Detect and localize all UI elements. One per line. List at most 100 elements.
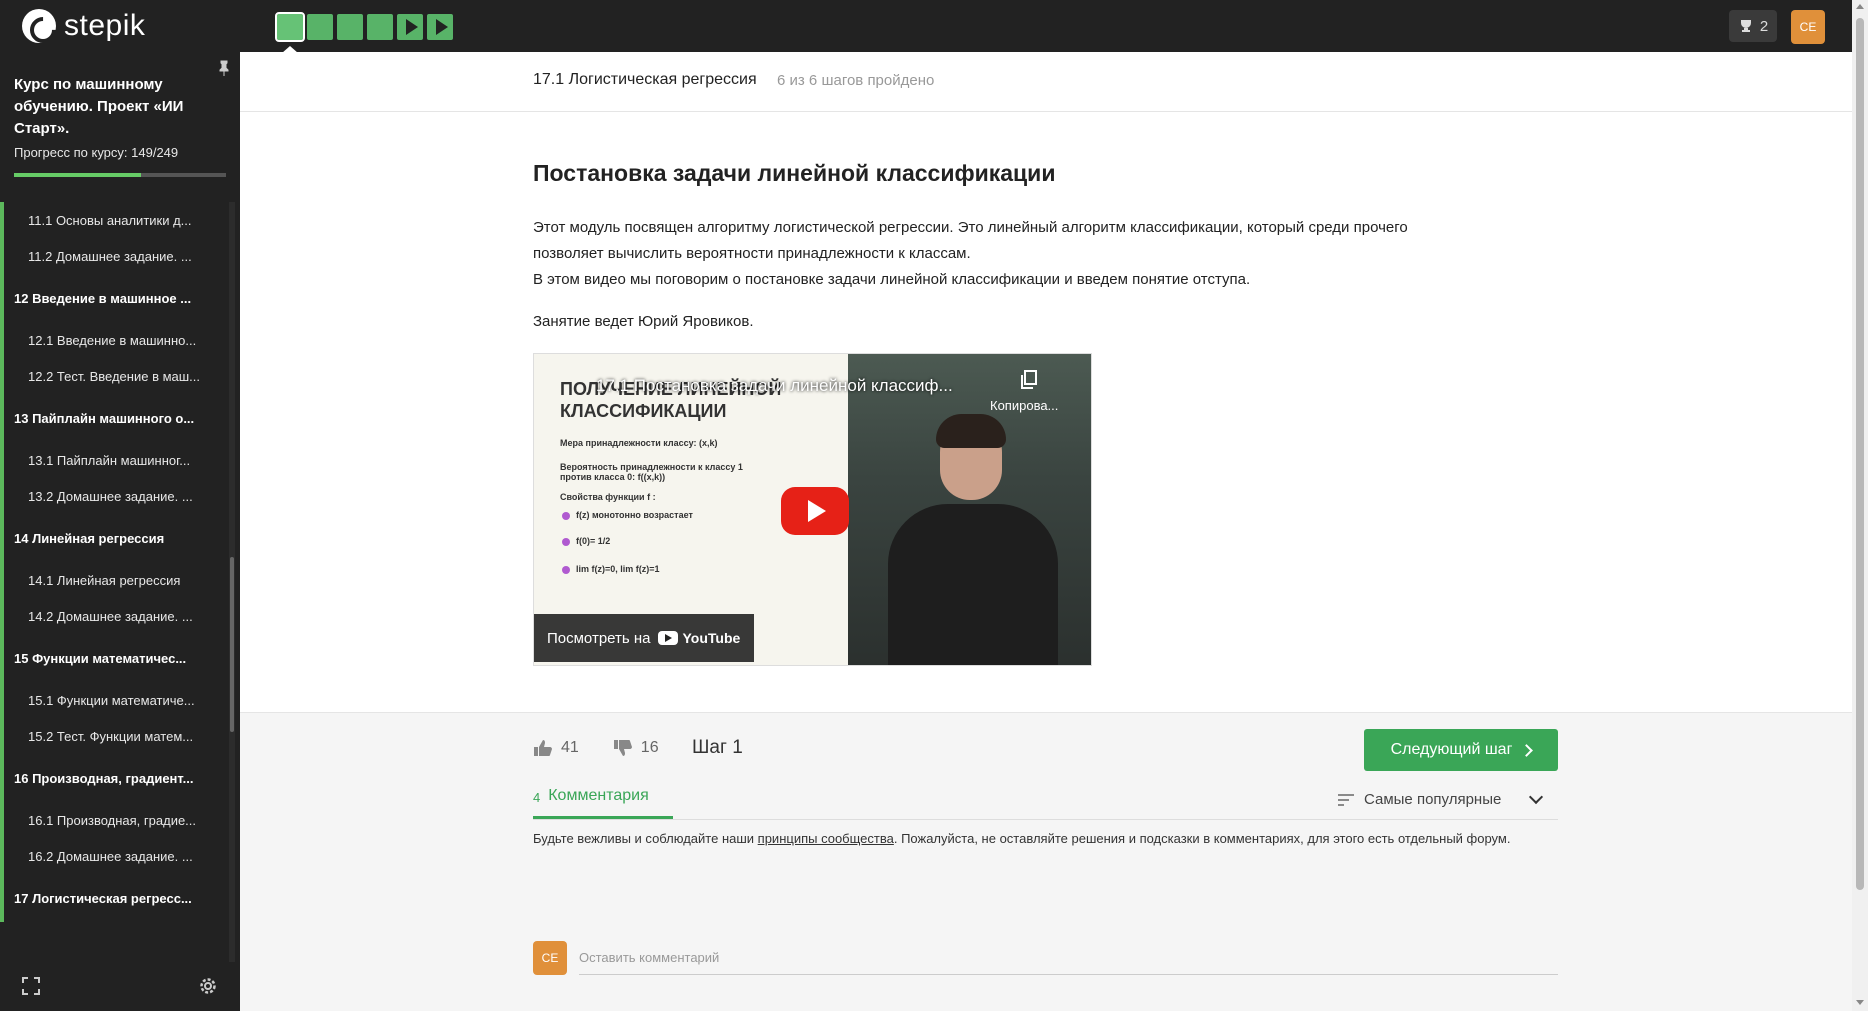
toc-module[interactable]: 15 Функции математичес... bbox=[0, 634, 230, 682]
stepik-logo[interactable]: stepik bbox=[22, 9, 145, 43]
toc-item-label: 13.2 Домашнее задание. ... bbox=[28, 488, 193, 504]
toc-lesson[interactable]: 16.2 Домашнее задание. ... bbox=[0, 838, 230, 874]
youtube-logo: YouTube bbox=[658, 630, 740, 646]
step-2-button[interactable] bbox=[307, 14, 333, 40]
comment-input[interactable] bbox=[579, 941, 1558, 975]
toc-item-label: 13.1 Пайплайн машинног... bbox=[28, 452, 191, 468]
video-step-icon bbox=[435, 19, 448, 35]
comments-sort-dropdown[interactable]: Самые популярные bbox=[1338, 789, 1544, 808]
course-progress-bar bbox=[14, 173, 226, 177]
expand-icon[interactable] bbox=[22, 977, 40, 995]
thumbs-down-icon[interactable] bbox=[613, 739, 633, 757]
toc-lesson[interactable]: 11.1 Основы аналитики д... bbox=[0, 202, 230, 238]
toc-lesson[interactable]: 15.2 Тест. Функции матем... bbox=[0, 718, 230, 754]
gear-icon[interactable] bbox=[198, 976, 218, 996]
community-principles-link[interactable]: принципы сообщества bbox=[758, 831, 894, 846]
toc-item-label: 11.2 Домашнее задание. ... bbox=[28, 248, 192, 264]
description-line: позволяет вычислить вероятности принадле… bbox=[533, 245, 971, 262]
pin-icon[interactable] bbox=[218, 60, 230, 76]
main-content: 17.1 Логистическая регрессия 6 из 6 шаго… bbox=[240, 52, 1852, 1011]
top-navbar: stepik 2 CE bbox=[0, 0, 1868, 53]
toc-lesson[interactable]: 11.2 Домашнее задание. ... bbox=[0, 238, 230, 274]
youtube-logo-icon bbox=[658, 631, 679, 645]
toc-item-label: 15 Функции математичес... bbox=[14, 650, 187, 666]
lesson-title: 17.1 Логистическая регрессия bbox=[533, 71, 757, 88]
toc-lesson[interactable]: 12.1 Введение в машинно... bbox=[0, 322, 230, 358]
toc-item-label: 15.1 Функции математиче... bbox=[28, 692, 195, 708]
step-navigation bbox=[275, 12, 453, 42]
comments-count: 4 bbox=[533, 790, 541, 805]
logo-text: stepik bbox=[64, 9, 146, 42]
youtube-logo-text: YouTube bbox=[682, 630, 741, 646]
step-content: Постановка задачи линейной классификации… bbox=[533, 160, 1493, 666]
toc-module[interactable]: 16 Производная, градиент... bbox=[0, 754, 230, 802]
sort-label: Самые популярные bbox=[1364, 791, 1502, 808]
toc-lesson[interactable]: 12.2 Тест. Введение в маш... bbox=[0, 358, 230, 394]
slide-line: lim f(z)=0, lim f(z)=1 bbox=[576, 564, 660, 574]
video-title[interactable]: 17.1 Постановка задачи линейной классиф.… bbox=[596, 376, 953, 396]
comment-avatar: CE bbox=[533, 941, 567, 975]
description-line: В этом видео мы поговорим о постановке з… bbox=[533, 271, 1251, 288]
thumbs-up-icon[interactable] bbox=[533, 739, 553, 757]
notifications-button[interactable]: 2 bbox=[1729, 10, 1777, 42]
step-footer-panel: 41 16 Шаг 1 Следующий шаг 4 Комментария … bbox=[240, 712, 1852, 1011]
next-step-button[interactable]: Следующий шаг bbox=[1364, 729, 1558, 771]
toc-item-label: 16 Производная, градиент... bbox=[14, 770, 194, 786]
toc-lesson[interactable]: 13.1 Пайплайн машинног... bbox=[0, 442, 230, 478]
toc-module[interactable]: 13 Пайплайн машинного о... bbox=[0, 394, 230, 442]
watch-on-youtube-button[interactable]: Посмотреть на YouTube bbox=[534, 614, 754, 662]
user-avatar[interactable]: CE bbox=[1791, 10, 1825, 44]
toc-lesson[interactable]: 16.1 Производная, градие... bbox=[0, 802, 230, 838]
comments-tab-label: Комментария bbox=[548, 787, 649, 804]
toc-lesson[interactable]: 13.2 Домашнее задание. ... bbox=[0, 478, 230, 514]
notice-text: Будьте вежливы и соблюдайте наши bbox=[533, 831, 758, 846]
toc-item-label: 14 Линейная регрессия bbox=[14, 530, 165, 546]
step-title: Постановка задачи линейной классификации bbox=[533, 160, 1056, 186]
step-1-button[interactable] bbox=[275, 12, 305, 42]
sidebar-footer bbox=[0, 963, 240, 1011]
toc-item-label: 16.1 Производная, градие... bbox=[28, 812, 197, 828]
copy-link-icon[interactable] bbox=[1020, 370, 1038, 390]
youtube-play-button[interactable] bbox=[781, 487, 849, 535]
slide-line: Свойства функции f : bbox=[560, 492, 656, 502]
page-scrollbar[interactable] bbox=[1852, 0, 1868, 1011]
toc-item-label: 11.1 Основы аналитики д... bbox=[28, 212, 192, 228]
tab-comments[interactable]: 4 Комментария bbox=[533, 787, 673, 819]
video-player[interactable]: ПОЛУЧЕНИЕ ЛИНЕЙНОЙ КЛАССИФИКАЦИИ Мера пр… bbox=[533, 353, 1092, 666]
step-3-button[interactable] bbox=[337, 14, 363, 40]
toc-item-label: 12 Введение в машинное ... bbox=[14, 290, 192, 306]
course-sidebar: Курс по машинному обучению. Проект «ИИ С… bbox=[0, 52, 240, 1011]
chevron-right-icon bbox=[1520, 743, 1534, 757]
course-title[interactable]: Курс по машинному обучению. Проект «ИИ С… bbox=[14, 74, 214, 140]
chevron-down-icon bbox=[1529, 789, 1544, 804]
slide-line: f(z) монотонно возрастает bbox=[576, 510, 693, 520]
course-progress-label: Прогресс по курсу: 149/249 bbox=[14, 145, 179, 160]
toc-lesson[interactable]: 14.1 Линейная регрессия bbox=[0, 562, 230, 598]
toc-item-label: 12.1 Введение в машинно... bbox=[28, 332, 197, 348]
stepik-logo-icon bbox=[22, 9, 56, 43]
votes: 41 16 bbox=[533, 739, 659, 757]
toc-lesson[interactable]: 14.2 Домашнее задание. ... bbox=[0, 598, 230, 634]
community-notice: Будьте вежливы и соблюдайте наши принцип… bbox=[533, 829, 1558, 849]
step-number: Шаг 1 bbox=[692, 737, 743, 758]
toc-item-label: 16.2 Домашнее задание. ... bbox=[28, 848, 193, 864]
toc-module[interactable]: 12 Введение в машинное ... bbox=[0, 274, 230, 322]
scroll-down-arrow[interactable] bbox=[1856, 1000, 1864, 1005]
step-5-button[interactable] bbox=[397, 14, 423, 40]
slide-line: Мера принадлежности классу: (x,k) bbox=[560, 438, 718, 448]
slide-line: Вероятность принадлежности к классу 1 пр… bbox=[560, 462, 743, 482]
toc-lesson[interactable]: 15.1 Функции математиче... bbox=[0, 682, 230, 718]
step-6-button[interactable] bbox=[427, 14, 453, 40]
scroll-up-arrow[interactable] bbox=[1856, 4, 1864, 9]
toc-scrollbar-thumb[interactable] bbox=[230, 557, 234, 732]
toc-module[interactable]: 17 Логистическая регресс... bbox=[0, 874, 230, 922]
page-scrollbar-thumb[interactable] bbox=[1856, 18, 1864, 890]
notifications-count: 2 bbox=[1759, 17, 1769, 35]
toc-item-label: 15.2 Тест. Функции матем... bbox=[28, 728, 194, 744]
toc-scrollbar[interactable] bbox=[229, 202, 235, 962]
step-4-button[interactable] bbox=[367, 14, 393, 40]
toc-module[interactable]: 14 Линейная регрессия bbox=[0, 514, 230, 562]
notice-text-end: . Пожалуйста, не оставляйте решения и по… bbox=[893, 831, 1511, 846]
trophy-icon bbox=[1740, 20, 1751, 32]
copy-link-label[interactable]: Копирова... bbox=[990, 398, 1058, 413]
